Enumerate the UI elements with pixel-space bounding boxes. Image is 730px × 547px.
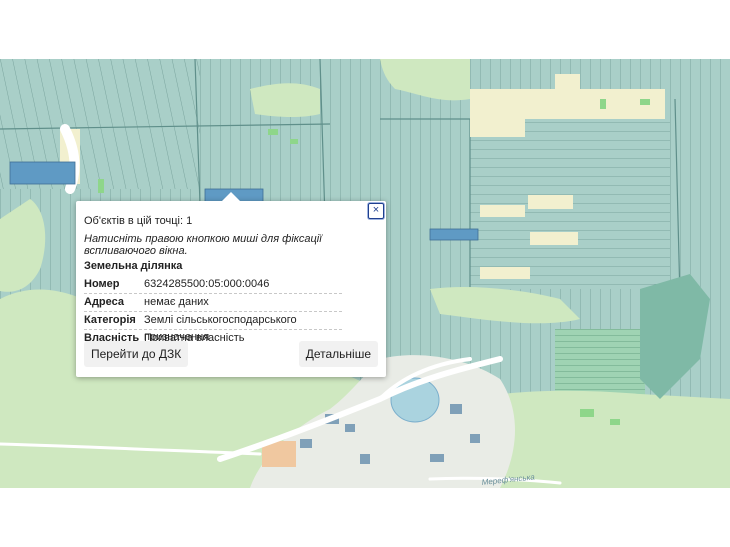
property-key: Адреса bbox=[84, 296, 124, 308]
goto-dzk-button[interactable]: Перейти до ДЗК bbox=[84, 341, 189, 367]
garden-plots bbox=[555, 329, 645, 399]
property-row-address: Адреса немає даних bbox=[84, 294, 342, 312]
details-button[interactable]: Детальніше bbox=[298, 341, 378, 367]
property-row-number: Номер 6324285500:05:000:0046 bbox=[84, 276, 342, 294]
property-value: Землі сільськогосподарського призначення bbox=[144, 314, 297, 343]
property-value: 6324285500:05:000:0046 bbox=[144, 278, 270, 290]
feature-info-popup: × Об'єктів в цій точці: 1 Натисніть прав… bbox=[76, 192, 386, 377]
section-title: Земельна ділянка bbox=[84, 260, 183, 272]
objects-count: Об'єктів в цій точці: 1 bbox=[84, 215, 193, 227]
properties-table: Номер 6324285500:05:000:0046 Адреса нема… bbox=[84, 276, 342, 347]
close-button[interactable]: × bbox=[368, 203, 384, 219]
property-key: Категорія bbox=[84, 314, 136, 326]
pin-hint: Натисніть правою кнопкою миші для фіксац… bbox=[84, 233, 322, 257]
property-key: Номер bbox=[84, 278, 120, 290]
property-row-category: Категорія Землі сільськогосподарського п… bbox=[84, 312, 342, 343]
property-value: немає даних bbox=[144, 296, 209, 308]
